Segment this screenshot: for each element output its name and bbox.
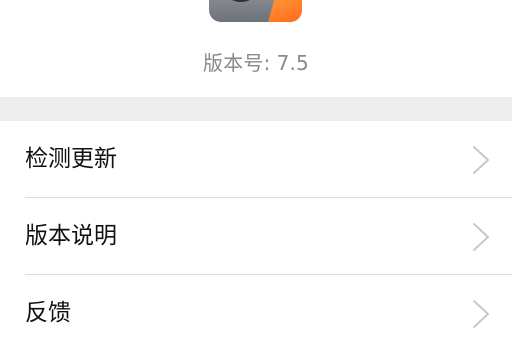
about-header: 版本号: 7.5 xyxy=(0,0,512,97)
list-item-release-notes[interactable]: 版本说明 xyxy=(0,198,512,275)
app-logo-icon xyxy=(209,0,302,22)
app-logo-lens xyxy=(221,0,261,2)
chevron-right-icon xyxy=(473,146,489,174)
version-text: 版本号: 7.5 xyxy=(0,47,512,76)
list-item-label: 检测更新 xyxy=(25,146,117,172)
chevron-right-icon xyxy=(473,223,489,251)
list-item-label: 反馈 xyxy=(25,300,71,326)
app-logo-accent xyxy=(268,0,302,22)
list-item-label: 版本说明 xyxy=(25,223,117,249)
list-item-check-update[interactable]: 检测更新 xyxy=(0,121,512,198)
version-label: 版本号: xyxy=(203,51,271,75)
chevron-right-icon xyxy=(473,300,489,328)
version-number: 7.5 xyxy=(276,51,309,75)
settings-list: 检测更新 版本说明 反馈 xyxy=(0,121,512,352)
list-item-feedback[interactable]: 反馈 xyxy=(0,275,512,352)
section-separator xyxy=(0,97,512,122)
